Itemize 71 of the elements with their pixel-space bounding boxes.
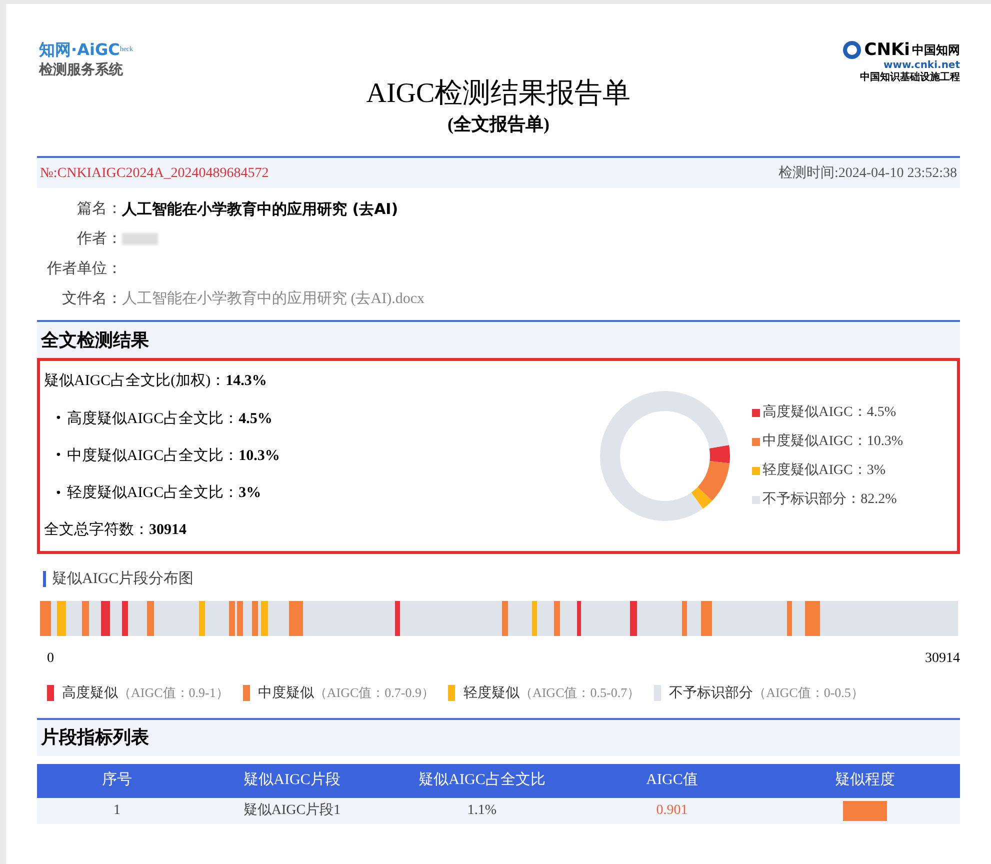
segment-mark — [630, 600, 637, 636]
section-title: 片段指标列表 — [41, 726, 149, 750]
legend-label: 高度疑似（AIGC值：0.9-1） — [62, 684, 229, 702]
segment-mark — [682, 600, 687, 636]
legend-label: 轻度疑似AIGC：3% — [762, 461, 886, 480]
segment-mark — [229, 600, 235, 636]
distribution-title: 疑似AIGC片段分布图 — [52, 570, 194, 589]
legend-label: 不予标识部分（AIGC值：0-0.5） — [669, 684, 864, 702]
bullet: • — [56, 484, 61, 503]
legend-label: 轻度疑似（AIGC值：0.5-0.7） — [463, 684, 640, 702]
weighted-ratio: 疑似AIGC占全文比(加权)：14.3% — [44, 372, 268, 392]
segment-mark — [122, 600, 128, 636]
column-header: 疑似AIGC占全文比 — [418, 770, 546, 790]
legend-label: 中度疑似AIGC：10.3% — [762, 432, 903, 451]
globe-icon — [842, 40, 862, 60]
column-header: 疑似程度 — [834, 770, 896, 790]
axis-start: 0 — [47, 650, 54, 668]
segment-mark — [554, 600, 560, 636]
field-label: 文件名： — [61, 290, 122, 309]
field-label: 篇名： — [76, 200, 122, 219]
segment-mark — [101, 600, 110, 636]
segment-mark — [56, 600, 66, 636]
logo-subtitle: 检测服务系统 — [39, 61, 124, 80]
table-cell-text: 0.901 — [655, 802, 689, 820]
legend-label: 不予标识部分：82.2% — [762, 490, 897, 509]
axis-end: 30914 — [925, 650, 960, 668]
table-cell-text: 1 — [112, 802, 122, 820]
segment-mark — [252, 600, 258, 636]
field-value: 人工智能在小学教育中的应用研究 (去AI).docx — [122, 289, 424, 309]
total-chars: 全文总字符数：30914 — [44, 520, 188, 540]
segment-mark — [576, 600, 581, 636]
report-number: №:CNKIAIGC2024A_20240489684572 — [40, 164, 269, 182]
segment-mark — [261, 600, 268, 636]
bullet: • — [56, 410, 61, 428]
field-value: 人工智能在小学教育中的应用研究 (去AI) — [122, 198, 398, 220]
segment-mark — [502, 600, 508, 636]
segment-mark — [40, 600, 51, 636]
column-header: 序号 — [101, 770, 133, 790]
table-cell-text: 1.1% — [466, 802, 498, 820]
ratio-line: 轻度疑似AIGC占全文比：3% — [66, 483, 262, 503]
segment-mark — [700, 600, 712, 636]
title-marker — [43, 571, 46, 588]
segment-mark — [82, 600, 89, 636]
check-time: 检测时间:2024-04-10 23:52:38 — [778, 164, 957, 182]
segment-mark — [147, 600, 154, 636]
logo-brand: 知网·AiGC — [39, 40, 120, 60]
field-label: 作者： — [76, 230, 122, 249]
column-header: AIGC值 — [645, 771, 699, 790]
report-subtitle: (全文报告单) — [448, 113, 550, 136]
legend-label: 中度疑似（AIGC值：0.7-0.9） — [258, 684, 434, 702]
column-header: 疑似AIGC片段 — [242, 770, 342, 790]
segment-mark — [199, 600, 205, 636]
ratio-line: 中度疑似AIGC占全文比：10.3% — [66, 446, 280, 466]
bullet: • — [56, 447, 61, 466]
section-title: 全文检测结果 — [41, 328, 149, 352]
ratio-line: 高度疑似AIGC占全文比：4.5% — [66, 409, 272, 429]
logo-url: www.cnki.net — [884, 60, 960, 71]
report-title: AIGC检测结果报告单 — [366, 77, 631, 111]
logo-name: 中国知网 — [912, 42, 960, 59]
segment-mark — [288, 600, 304, 636]
segment-mark — [394, 600, 400, 636]
segment-mark — [786, 600, 792, 636]
logo-tagline: 中国知识基础设施工程 — [860, 71, 960, 84]
legend-label: 高度疑似AIGC：4.5% — [762, 403, 896, 422]
segment-mark — [532, 600, 538, 636]
logo-brand: CNKi — [864, 40, 910, 60]
segment-mark — [237, 600, 243, 636]
field-label: 作者单位： — [46, 260, 122, 279]
redacted-block — [122, 233, 158, 245]
segment-mark — [805, 600, 820, 636]
table-cell-text: 疑似AIGC片段1 — [242, 802, 342, 820]
